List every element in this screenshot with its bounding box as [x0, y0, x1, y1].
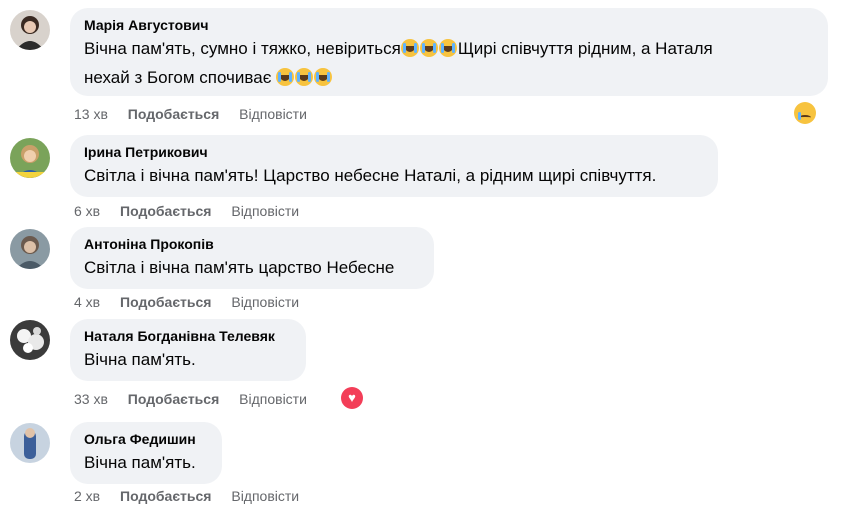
comment-actions: 2 хв Подобається Відповісти [74, 488, 315, 504]
crying-emoji-icon [419, 39, 438, 57]
reply-button[interactable]: Відповісти [239, 391, 307, 407]
like-button[interactable]: Подобається [128, 106, 219, 122]
comment-bubble: Антоніна Прокопів Світла і вічна пам'ять… [70, 227, 434, 289]
comment-author[interactable]: Антоніна Прокопів [84, 235, 420, 253]
comment-time[interactable]: 2 хв [74, 488, 100, 504]
comment-text: Вічна пам'ять. [84, 350, 196, 369]
comment-bubble: Ольга Федишин Вічна пам'ять. [70, 422, 222, 484]
comment-bubble: Марія Августович Вічна пам'ять, сумно і … [70, 8, 828, 96]
comment-time[interactable]: 6 хв [74, 203, 100, 219]
comment-author[interactable]: Марія Августович [84, 16, 814, 34]
avatar[interactable] [10, 320, 50, 360]
avatar[interactable] [10, 10, 50, 50]
crying-emoji-icon [438, 39, 457, 57]
crying-emoji-icon [314, 68, 333, 86]
comment-author[interactable]: Ольга Федишин [84, 430, 208, 448]
reply-button[interactable]: Відповісти [231, 488, 299, 504]
reply-button[interactable]: Відповісти [239, 106, 307, 122]
avatar[interactable] [10, 229, 50, 269]
sad-reaction-icon[interactable] [794, 102, 816, 124]
crying-emoji-icon [295, 68, 314, 86]
comment-time[interactable]: 33 хв [74, 391, 108, 407]
comment-author[interactable]: Ірина Петрикович [84, 143, 704, 161]
avatar[interactable] [10, 138, 50, 178]
avatar[interactable] [10, 423, 50, 463]
comment-actions: 33 хв Подобається Відповісти [74, 391, 323, 407]
crying-emoji-icon [400, 39, 419, 57]
like-button[interactable]: Подобається [120, 203, 211, 219]
comment-time[interactable]: 13 хв [74, 106, 108, 122]
like-button[interactable]: Подобається [128, 391, 219, 407]
comment-actions: 4 хв Подобається Відповісти [74, 294, 315, 310]
comment-time[interactable]: 4 хв [74, 294, 100, 310]
reply-button[interactable]: Відповісти [231, 203, 299, 219]
crying-emoji-icon [276, 68, 295, 86]
love-reaction-icon[interactable]: ♥ [341, 387, 363, 409]
comment-bubble: Ірина Петрикович Світла і вічна пам'ять!… [70, 135, 718, 197]
like-button[interactable]: Подобається [120, 294, 211, 310]
comment-text: Світла і вічна пам'ять! Царство небесне … [84, 166, 657, 185]
comment-bubble: Наталя Богданівна Телевяк Вічна пам'ять. [70, 319, 306, 381]
like-button[interactable]: Подобається [120, 488, 211, 504]
comment-author[interactable]: Наталя Богданівна Телевяк [84, 327, 292, 345]
comment-actions: 6 хв Подобається Відповісти [74, 203, 315, 219]
comment-text: Вічна пам'ять. [84, 453, 196, 472]
reply-button[interactable]: Відповісти [231, 294, 299, 310]
comment-text: Вічна пам'ять, сумно і тяжко, невіриться… [84, 39, 713, 87]
comment-actions: 13 хв Подобається Відповісти [74, 106, 323, 122]
comment-text: Світла і вічна пам'ять царство Небесне [84, 258, 395, 277]
